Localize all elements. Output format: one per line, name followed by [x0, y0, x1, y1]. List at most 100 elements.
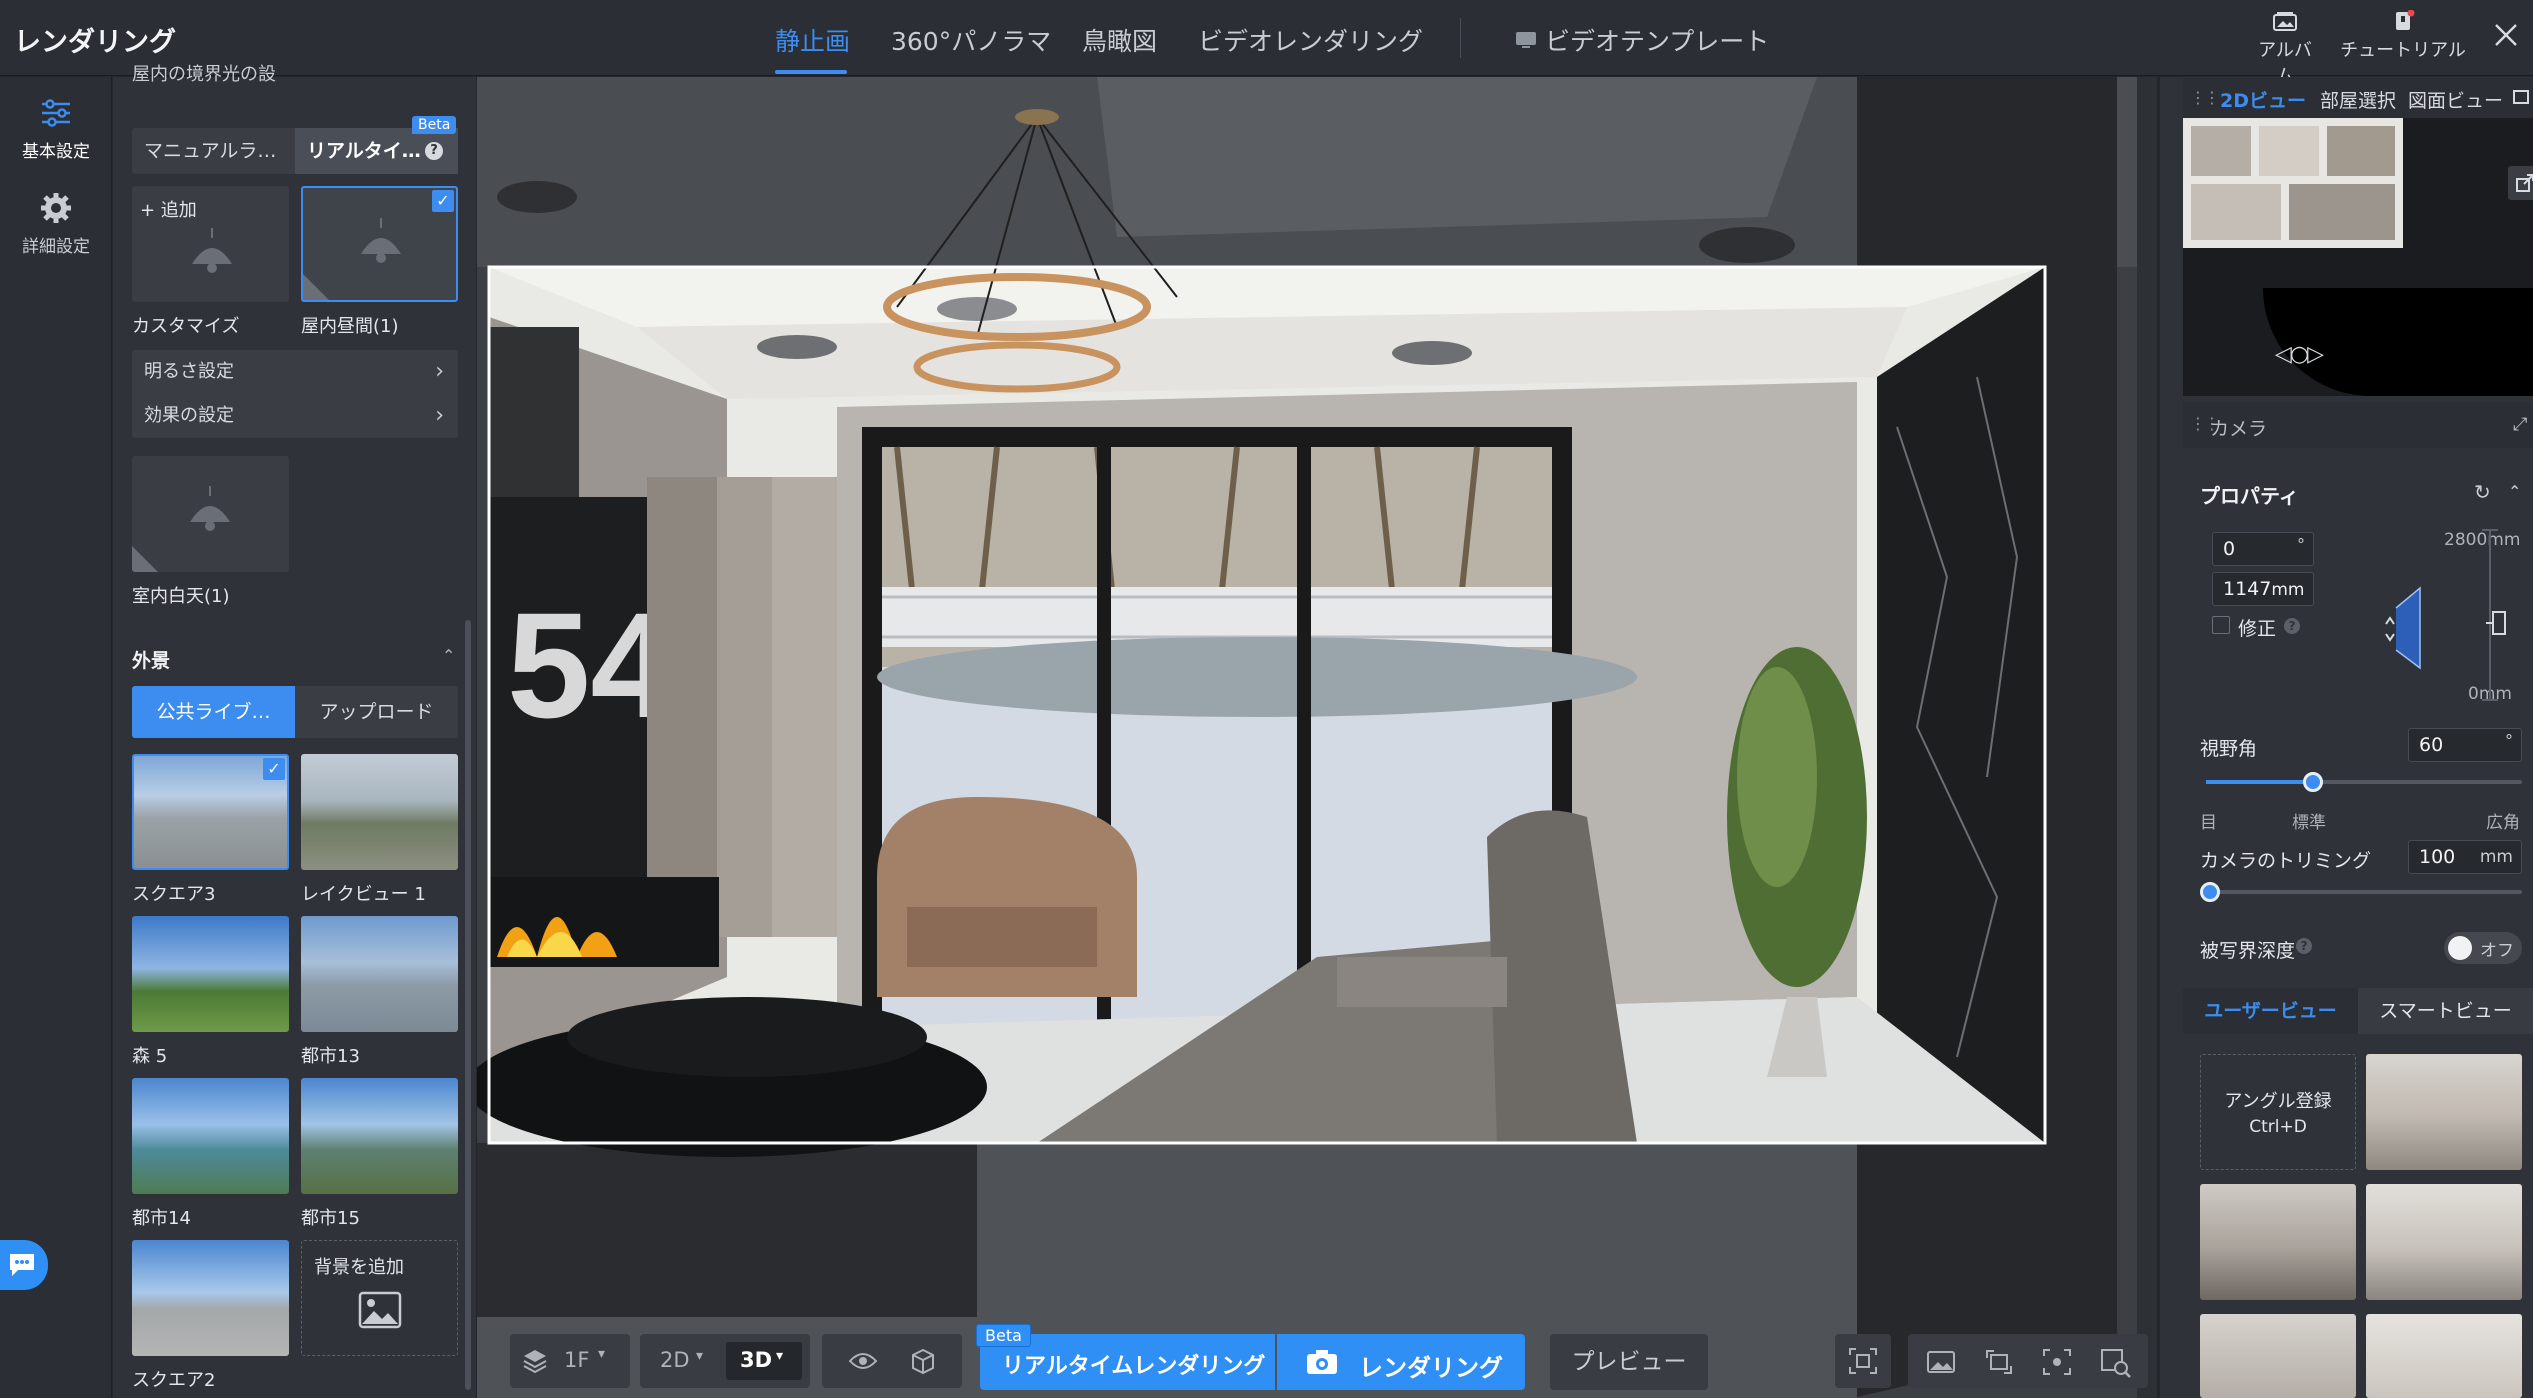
zoom-fit-icon[interactable]	[2100, 1348, 2132, 1378]
bg-label-square3: スクエア3	[132, 884, 216, 905]
close-icon	[2495, 24, 2517, 46]
focus-icon[interactable]	[2042, 1348, 2072, 1376]
rail-advanced-settings[interactable]: 詳細設定	[0, 190, 112, 257]
fov-slider[interactable]	[2206, 772, 2522, 792]
public-library-tab[interactable]: 公共ライブ…	[132, 686, 295, 738]
collapse-chevron-icon[interactable]: ⌃	[442, 646, 455, 665]
beta-badge: Beta	[412, 116, 457, 134]
preset-indoor-day-card[interactable]: ✓	[301, 186, 458, 302]
preview-button[interactable]: プレビュー	[1550, 1334, 1708, 1390]
reset-icon[interactable]: ↻	[2474, 480, 2491, 504]
bg-label-city14: 都市14	[132, 1208, 191, 1229]
mode-3d-button[interactable]: 3D ▾	[726, 1342, 802, 1380]
render-button[interactable]: レンダリング	[1277, 1334, 1525, 1390]
tab-2d-view[interactable]: 2Dビュー	[2220, 86, 2306, 113]
rail-basic-settings[interactable]: 基本設定	[0, 95, 112, 162]
angle-unit: °	[2297, 535, 2305, 554]
left-panel-scrollbar[interactable]	[465, 620, 471, 1390]
saved-view-thumb[interactable]	[2366, 1314, 2522, 1398]
dof-toggle[interactable]: オフ	[2444, 932, 2522, 964]
tab-birds-eye[interactable]: 鳥瞰図	[1082, 22, 1157, 58]
tab-video-rendering[interactable]: ビデオレンダリング	[1198, 22, 1423, 58]
bg-thumb-lakeview1[interactable]	[301, 754, 458, 870]
chevron-right-icon: ›	[435, 359, 444, 384]
video-template-label: ビデオテンプレート	[1545, 27, 1770, 56]
app-title: レンダリング	[14, 27, 176, 58]
help-icon[interactable]: ?	[425, 142, 443, 160]
bg-thumb-city15[interactable]	[301, 1078, 458, 1194]
bg-label-square2: スクエア2	[132, 1370, 216, 1391]
open-external-button[interactable]	[2508, 166, 2533, 200]
floor-plan-minimap[interactable]: ◁○▷	[2183, 118, 2533, 396]
active-tab-indicator	[775, 70, 847, 74]
bg-thumb-square3[interactable]: ✓	[132, 754, 289, 870]
upload-tab[interactable]: アップロード	[295, 686, 458, 738]
angle-value: 0	[2223, 538, 2236, 560]
angle-input[interactable]: 0 °	[2212, 532, 2314, 566]
saved-view-thumb[interactable]	[2200, 1314, 2356, 1398]
fov-input[interactable]: 60 °	[2408, 728, 2522, 762]
properties-heading: プロパティ	[2200, 484, 2299, 508]
brightness-settings-row[interactable]: 明るさ設定 ›	[132, 350, 458, 394]
rotate-view-icon[interactable]	[1984, 1348, 2014, 1376]
trim-slider[interactable]	[2200, 882, 2522, 902]
3d-viewport[interactable]: 54	[477, 77, 2157, 1398]
floor-selector[interactable]: 1F ▾	[510, 1334, 630, 1388]
register-angle-label: アングル登録	[2224, 1091, 2332, 1112]
chat-icon	[10, 1254, 34, 1276]
camera-marker-icon[interactable]: ◁○▷	[2275, 342, 2324, 367]
trim-value: 100	[2419, 846, 2456, 868]
bg-thumb-square2[interactable]	[132, 1240, 289, 1356]
fov-unit: °	[2505, 731, 2513, 750]
help-icon[interactable]: ?	[2296, 938, 2312, 954]
saved-view-thumb[interactable]	[2366, 1184, 2522, 1300]
height-input[interactable]: 1147mm	[2212, 572, 2314, 606]
frame-select-button[interactable]	[1835, 1334, 1891, 1388]
add-background-button[interactable]: 背景を追加	[301, 1240, 458, 1356]
chat-support-button[interactable]	[0, 1240, 48, 1290]
tutorial-button[interactable]: チュートリアル	[2340, 10, 2466, 62]
correction-checkbox[interactable]	[2212, 616, 2230, 634]
expand-icon[interactable]: ⤢	[2513, 414, 2527, 435]
correction-label: 修正	[2238, 618, 2277, 640]
preview-label: プレビュー	[1571, 1349, 1687, 1375]
preset-indoor-white-card[interactable]	[132, 456, 289, 572]
camera-icon	[1307, 1350, 1337, 1374]
tab-user-view[interactable]: ユーザービュー	[2183, 988, 2358, 1034]
manual-light-tab[interactable]: マニュアルラ…	[132, 128, 295, 174]
realtime-render-label: リアルタイムレンダリング	[1002, 1354, 1266, 1379]
effect-settings-row[interactable]: 効果の設定 ›	[132, 394, 458, 438]
left-rail	[0, 77, 112, 1398]
beta-badge: Beta	[976, 1324, 1031, 1347]
dropdown-caret-icon: ▾	[776, 1348, 784, 1364]
dof-label: 被写界深度	[2200, 940, 2296, 962]
album-icon	[2273, 12, 2297, 31]
tab-room-select[interactable]: 部屋選択	[2320, 86, 2396, 113]
tab-plan-view[interactable]: 図面ビュー	[2408, 86, 2503, 113]
tab-video-template[interactable]: ビデオテンプレート	[1515, 22, 1769, 58]
trim-unit: mm	[2479, 847, 2513, 867]
tab-360-panorama[interactable]: 360°パノラマ	[891, 22, 1051, 58]
register-angle-button[interactable]: アングル登録 Ctrl+D	[2200, 1054, 2356, 1170]
layers-icon	[523, 1350, 547, 1374]
mode-2d-button[interactable]: 2D	[660, 1348, 690, 1372]
preset-customize-card[interactable]: + 追加	[132, 186, 289, 302]
bg-label-city15: 都市15	[301, 1208, 360, 1229]
trim-input[interactable]: 100 mm	[2408, 840, 2522, 874]
image-icon[interactable]	[1926, 1350, 1956, 1374]
help-icon[interactable]: ?	[2284, 618, 2300, 634]
tab-smart-view[interactable]: スマートビュー	[2358, 988, 2533, 1034]
bg-thumb-city14[interactable]	[132, 1078, 289, 1194]
expand-icon[interactable]	[2513, 90, 2529, 104]
collapse-chevron-icon[interactable]: ⌃	[2508, 482, 2521, 501]
tab-still-image[interactable]: 静止画	[775, 22, 850, 58]
drag-handle-icon[interactable]: ⋮⋮	[2190, 88, 2220, 107]
close-button[interactable]	[2490, 22, 2522, 54]
cube-icon[interactable]	[908, 1346, 938, 1376]
bg-thumb-city13[interactable]	[301, 916, 458, 1032]
saved-view-thumb[interactable]	[2200, 1184, 2356, 1300]
saved-view-thumb[interactable]	[2366, 1054, 2522, 1170]
eye-icon[interactable]	[848, 1350, 878, 1372]
bg-thumb-forest5[interactable]	[132, 916, 289, 1032]
trim-slider-handle[interactable]	[2200, 882, 2220, 902]
